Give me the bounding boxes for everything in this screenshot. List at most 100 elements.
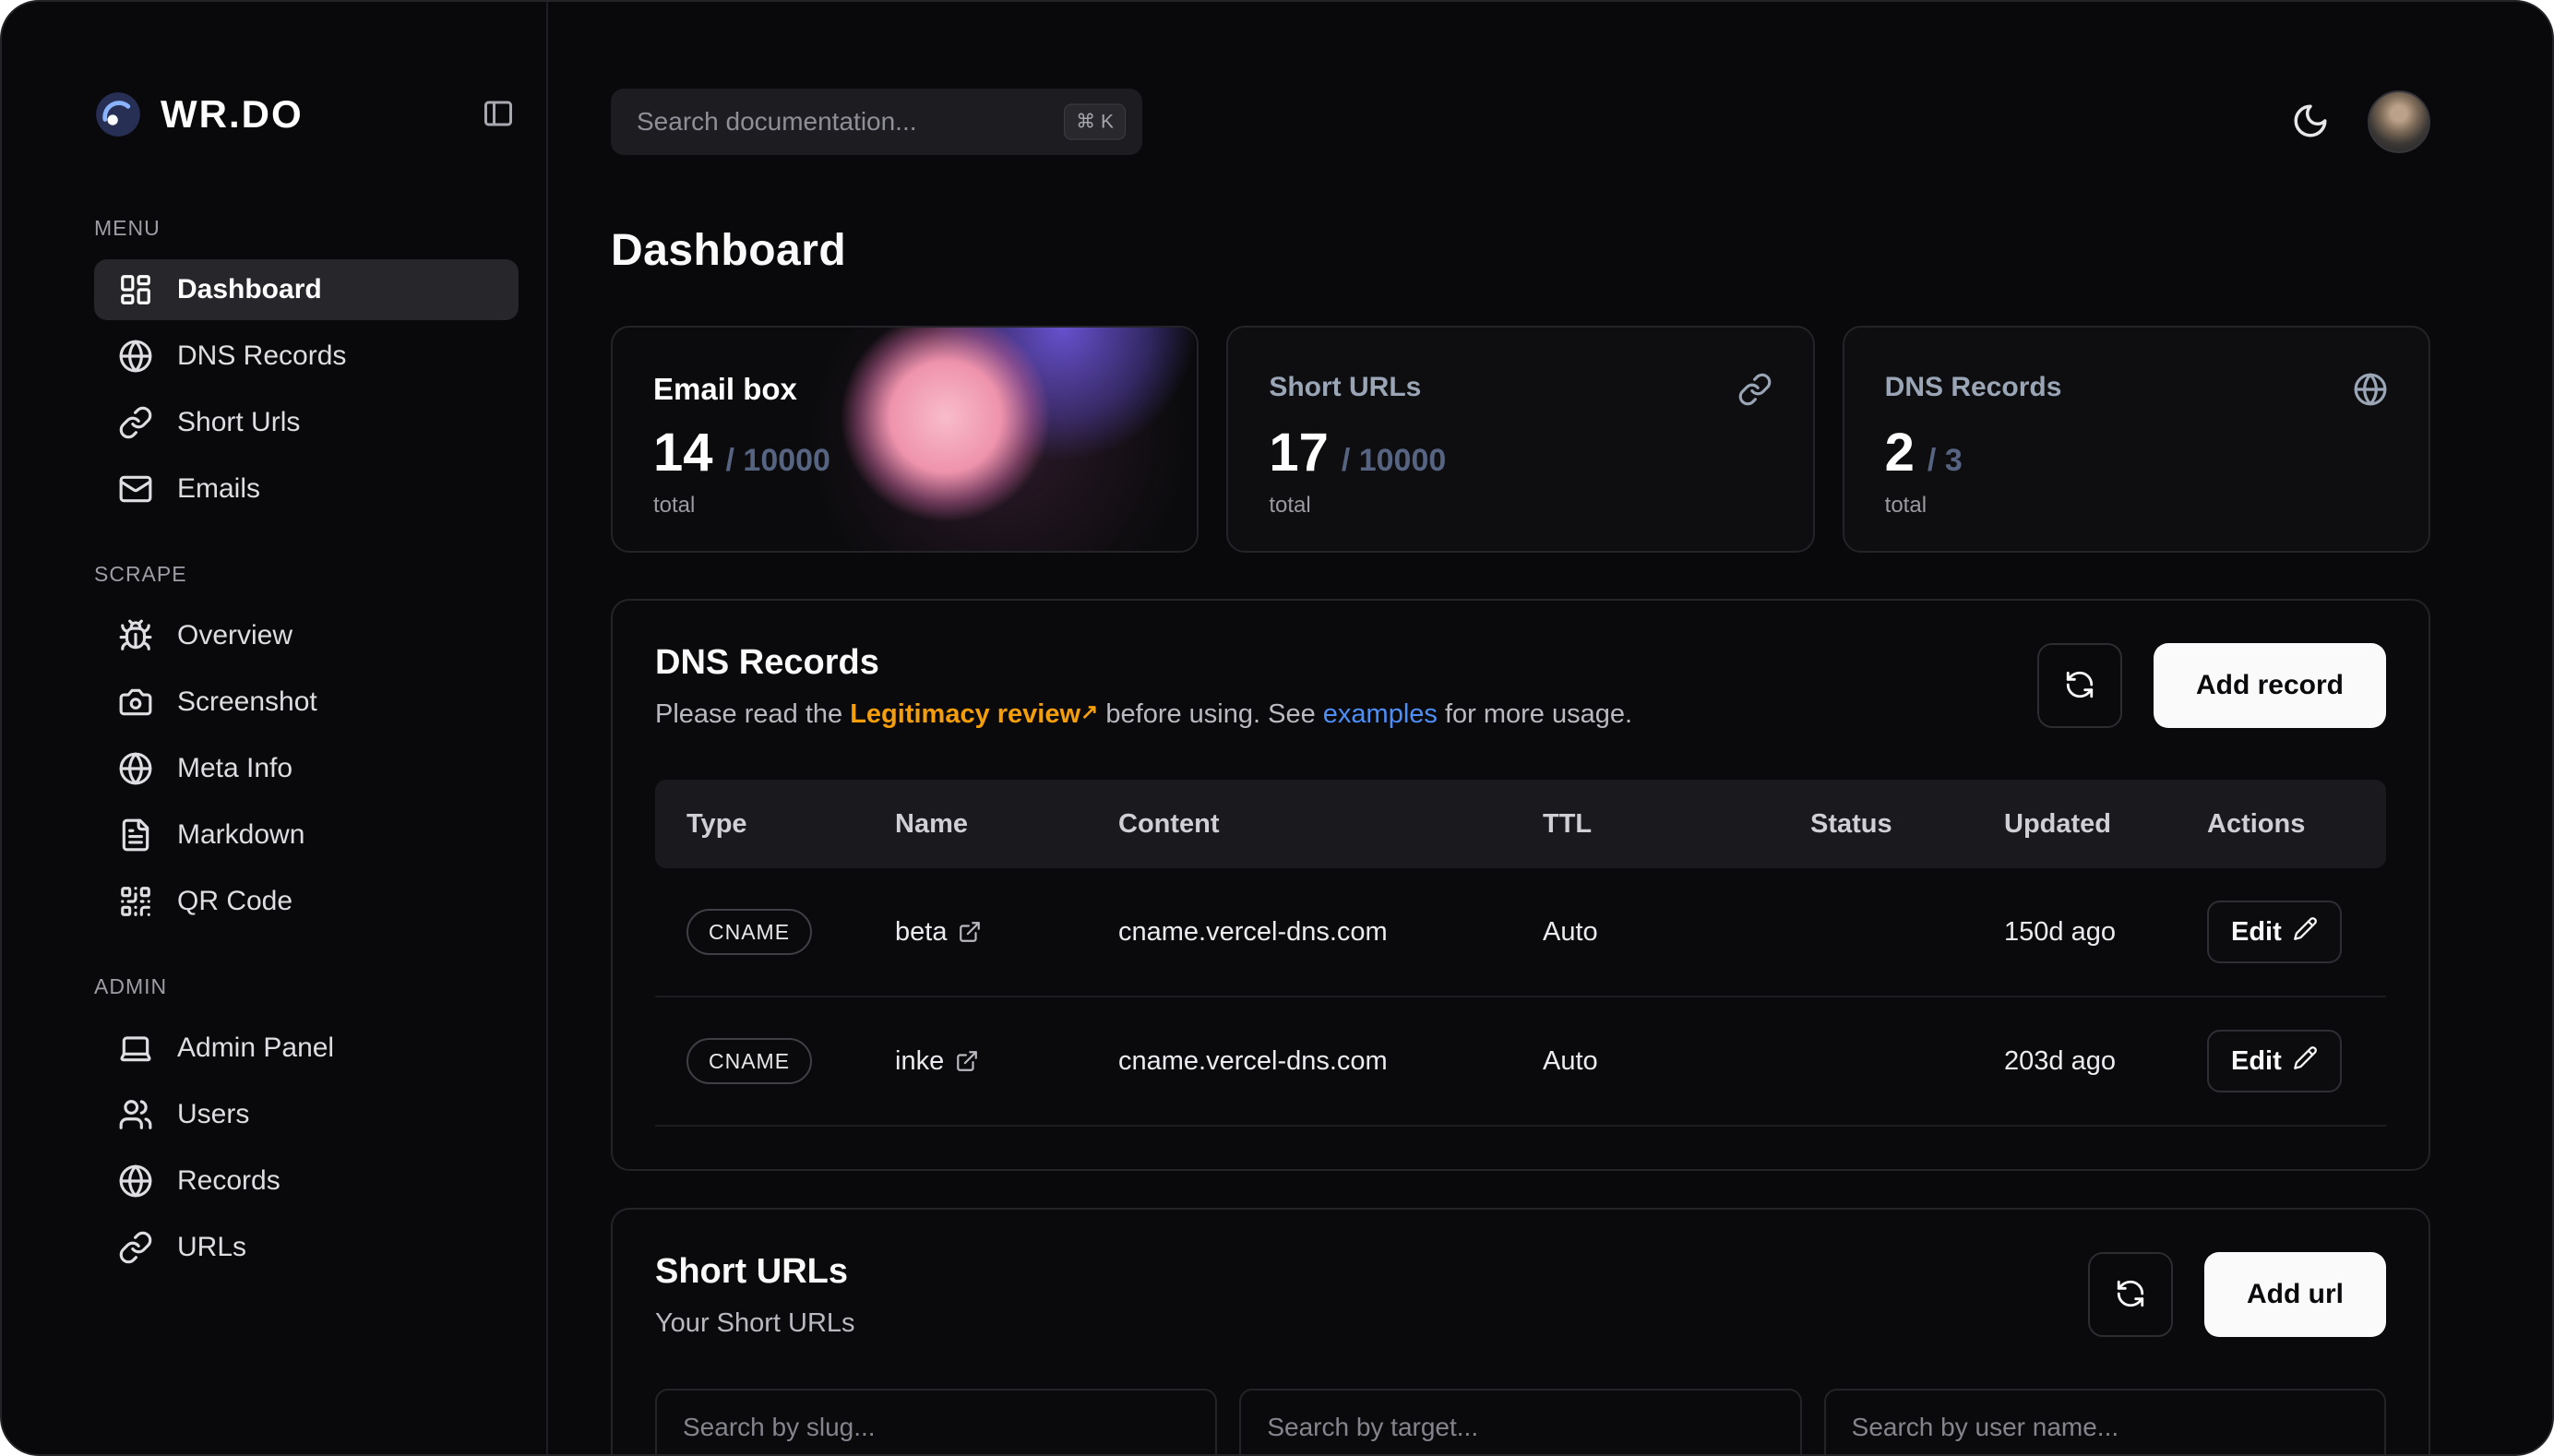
search-input[interactable]	[611, 89, 1142, 155]
app-title: WR.DO	[161, 92, 304, 137]
stat-caption: total	[1269, 493, 1772, 519]
refresh-button[interactable]	[2088, 1252, 2173, 1337]
table-row: CNAME inke cname.vercel-dns.com Auto 203…	[655, 997, 2386, 1127]
column-header: Status	[1810, 809, 2004, 840]
column-header: Name	[895, 809, 1118, 840]
column-header: Type	[686, 809, 895, 840]
pencil-icon	[2293, 1045, 2318, 1078]
short-urls-heading: Short URLs Your Short URLs	[655, 1252, 855, 1339]
edit-button[interactable]: Edit	[2207, 901, 2342, 963]
add-record-button[interactable]: Add record	[2154, 643, 2386, 728]
arrow-up-right-icon: ↗	[1080, 699, 1098, 723]
file-text-icon	[118, 818, 153, 853]
nav-label: Dashboard	[177, 274, 322, 305]
nav-menu: Dashboard DNS Records Short Urls Emails	[94, 259, 519, 519]
edit-button[interactable]: Edit	[2207, 1030, 2342, 1092]
stat-card-email-box: Email box 14 / 10000 total	[611, 326, 1199, 553]
sidebar-item-records[interactable]: Records	[94, 1151, 519, 1211]
search-by-user-name-input[interactable]	[1824, 1389, 2386, 1456]
sidebar-section-menu: MENU	[94, 216, 519, 241]
sidebar-item-admin-panel[interactable]: Admin Panel	[94, 1018, 519, 1079]
search-by-slug-input[interactable]	[655, 1389, 1217, 1456]
record-content: cname.vercel-dns.com	[1118, 917, 1543, 948]
nav-label: URLs	[177, 1232, 246, 1263]
add-url-button[interactable]: Add url	[2204, 1252, 2386, 1337]
search-by-target-input[interactable]	[1239, 1389, 1801, 1456]
external-link-icon[interactable]	[955, 1049, 979, 1073]
column-header: Updated	[2004, 809, 2207, 840]
record-name: inke	[895, 1046, 944, 1077]
camera-icon	[118, 685, 153, 720]
dns-records-table: Type Name Content TTL Status Updated Act…	[655, 780, 2386, 1127]
globe-icon	[118, 339, 153, 374]
sidebar-item-emails[interactable]: Emails	[94, 459, 519, 519]
moon-icon	[2291, 101, 2330, 143]
examples-link[interactable]: examples	[1323, 699, 1438, 729]
users-icon	[118, 1097, 153, 1132]
refresh-button[interactable]	[2037, 643, 2122, 728]
external-link-icon[interactable]	[958, 920, 982, 944]
record-name: beta	[895, 917, 947, 948]
record-updated: 203d ago	[2004, 1046, 2207, 1077]
nav-label: Admin Panel	[177, 1032, 334, 1064]
stat-card-short-urls: Short URLs 17 / 10000 total	[1226, 326, 1814, 553]
avatar[interactable]	[2368, 90, 2430, 153]
subtitle-text: for more usage.	[1438, 699, 1632, 729]
sidebar-item-overview[interactable]: Overview	[94, 605, 519, 666]
nav-label: Meta Info	[177, 753, 292, 784]
stat-limit: / 10000	[726, 443, 830, 479]
record-type-badge: CNAME	[686, 909, 812, 955]
short-urls-panel: Short URLs Your Short URLs Add url	[611, 1208, 2430, 1456]
sidebar-item-markdown[interactable]: Markdown	[94, 805, 519, 865]
nav-label: DNS Records	[177, 340, 346, 372]
nav-label: Overview	[177, 620, 292, 651]
record-updated: 150d ago	[2004, 917, 2207, 948]
record-ttl: Auto	[1543, 917, 1810, 948]
stat-card-title: Short URLs	[1269, 372, 1421, 403]
bug-icon	[118, 618, 153, 653]
sidebar-item-short-urls[interactable]: Short Urls	[94, 392, 519, 453]
column-header: Actions	[2207, 809, 2355, 840]
globe-icon	[2353, 372, 2388, 407]
refresh-icon	[2064, 669, 2095, 703]
sidebar-item-qr-code[interactable]: QR Code	[94, 871, 519, 932]
table-header-row: Type Name Content TTL Status Updated Act…	[655, 780, 2386, 868]
legitimacy-review-link[interactable]: Legitimacy review↗	[850, 699, 1098, 729]
link-icon	[1737, 372, 1772, 407]
sidebar-item-dashboard[interactable]: Dashboard	[94, 259, 519, 320]
stat-caption: total	[1885, 493, 2388, 519]
subtitle-text: before using. See	[1098, 699, 1322, 729]
nav-label: Records	[177, 1165, 280, 1197]
sidebar-item-dns-records[interactable]: DNS Records	[94, 326, 519, 387]
sidebar-item-urls[interactable]: URLs	[94, 1217, 519, 1278]
sidebar-item-meta-info[interactable]: Meta Info	[94, 738, 519, 799]
stat-value: 17	[1269, 422, 1329, 483]
pencil-icon	[2293, 916, 2318, 949]
link-text: Legitimacy review	[850, 699, 1080, 729]
sidebar-item-users[interactable]: Users	[94, 1084, 519, 1145]
sidebar-item-screenshot[interactable]: Screenshot	[94, 672, 519, 733]
column-header: Content	[1118, 809, 1543, 840]
link-icon	[118, 1230, 153, 1265]
theme-toggle-button[interactable]	[2288, 100, 2333, 144]
stat-cards: Email box 14 / 10000 total Short URLs 17…	[611, 326, 2430, 553]
topbar-actions	[2288, 90, 2430, 153]
column-header: TTL	[1543, 809, 1810, 840]
logo-icon	[94, 90, 142, 138]
stat-limit: / 10000	[1342, 443, 1446, 479]
sidebar-collapse-button[interactable]	[478, 94, 519, 135]
nav-label: QR Code	[177, 886, 292, 917]
nav-label: Screenshot	[177, 686, 317, 718]
sidebar-section-admin: ADMIN	[94, 974, 519, 999]
topbar: ⌘ K	[611, 89, 2430, 155]
dns-panel-actions: Add record	[2037, 643, 2386, 728]
dashboard-icon	[118, 272, 153, 307]
refresh-icon	[2115, 1278, 2146, 1312]
nav-label: Markdown	[177, 819, 304, 851]
dns-records-panel: DNS Records Please read the Legitimacy r…	[611, 599, 2430, 1171]
short-urls-actions: Add url	[2088, 1252, 2386, 1337]
dns-panel-heading: DNS Records Please read the Legitimacy r…	[655, 643, 1632, 730]
stat-card-title: DNS Records	[1885, 372, 2062, 403]
mail-icon	[118, 471, 153, 507]
stat-card-title: Email box	[653, 372, 797, 407]
